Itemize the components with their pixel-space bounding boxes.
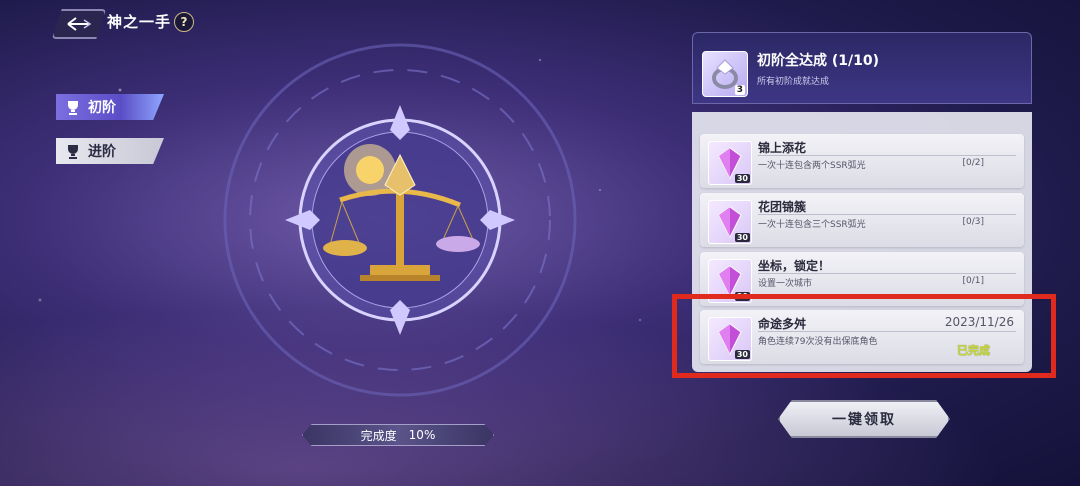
completion-progress: 完成度 10% bbox=[302, 424, 494, 446]
back-arrow-icon bbox=[67, 17, 92, 31]
achievement-desc: 一次十连包含三个SSR弧光 bbox=[758, 220, 866, 230]
achievement-name: 坐标，锁定！ bbox=[758, 259, 831, 273]
achievement-name: 锦上添花 bbox=[758, 141, 807, 155]
highlight-box bbox=[672, 294, 1056, 378]
diamond-reward-icon: 30 bbox=[708, 141, 752, 185]
tab-beginner[interactable]: 初阶 bbox=[56, 94, 164, 120]
help-button[interactable]: ? bbox=[174, 12, 194, 32]
achievement-desc: 一次十连包含两个SSR弧光 bbox=[758, 161, 866, 171]
divider bbox=[758, 155, 1016, 156]
reward-count: 30 bbox=[734, 233, 750, 242]
tab-advanced-label: 进阶 bbox=[88, 144, 116, 160]
achievement-name: 花团锦簇 bbox=[758, 200, 807, 214]
tab-advanced[interactable]: 进阶 bbox=[56, 138, 164, 164]
list-item[interactable]: 30 花团锦簇 一次十连包含三个SSR弧光 [0/3] bbox=[700, 193, 1024, 247]
reward-count: 3 bbox=[734, 85, 745, 95]
page-title: 神之一手 bbox=[107, 13, 172, 31]
diamond-reward-icon: 30 bbox=[708, 200, 752, 244]
tab-beginner-label: 初阶 bbox=[88, 100, 116, 116]
achievement-desc: 设置一次城市 bbox=[758, 279, 813, 289]
group-title: 初阶全达成 (1/10) bbox=[757, 53, 880, 69]
completion-value: 10% bbox=[408, 428, 436, 442]
trophy-icon bbox=[64, 142, 82, 160]
ring-reward-icon[interactable]: 3 bbox=[702, 51, 748, 97]
trophy-icon bbox=[64, 98, 82, 116]
achievement-progress: [0/3] bbox=[962, 217, 984, 227]
balance-scale-emblem bbox=[223, 43, 577, 397]
back-button[interactable] bbox=[52, 9, 106, 39]
group-subtitle: 所有初阶成就达成 bbox=[757, 77, 830, 87]
completion-label: 完成度 bbox=[360, 428, 397, 443]
list-item[interactable]: 30 锦上添花 一次十连包含两个SSR弧光 [0/2] bbox=[700, 134, 1024, 188]
achievement-group-header: 3 初阶全达成 (1/10) 所有初阶成就达成 bbox=[692, 32, 1032, 104]
divider bbox=[758, 214, 1016, 215]
achievement-progress: [0/1] bbox=[962, 276, 984, 286]
achievement-progress: [0/2] bbox=[962, 158, 984, 168]
claim-all-button[interactable]: 一键领取 bbox=[778, 400, 950, 438]
divider bbox=[758, 273, 1016, 274]
reward-count: 30 bbox=[734, 174, 750, 183]
